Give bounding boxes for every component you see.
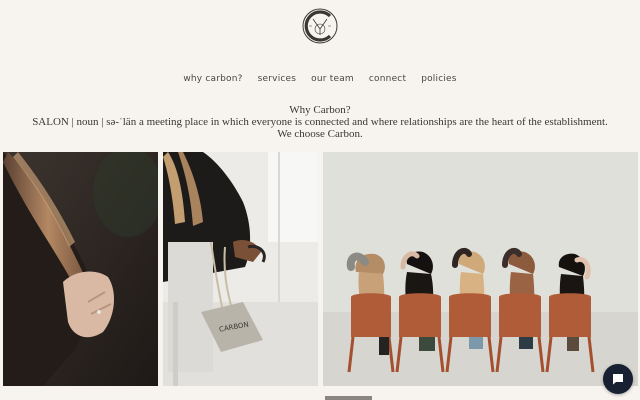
tote-bag-photo: CARBON: [163, 152, 318, 386]
intro-section: Why Carbon? SALON | noun | sə-ˈlän a mee…: [0, 104, 640, 140]
main-nav: why carbon? services our team connect po…: [0, 74, 640, 84]
intro-tagline: We choose Carbon.: [277, 128, 363, 140]
hair-closeup-photo: [3, 152, 158, 386]
nav-item-services[interactable]: services: [258, 74, 297, 84]
nav-item-why-carbon[interactable]: why carbon?: [183, 74, 242, 84]
nav-item-our-team[interactable]: our team: [311, 74, 354, 84]
chat-button[interactable]: [603, 364, 633, 394]
intro-heading: Why Carbon?: [289, 104, 351, 116]
intro-definition: SALON | noun | sə-ˈlän a meeting place i…: [32, 116, 608, 128]
women-seated-photo: [323, 152, 638, 386]
carbon-logo-icon[interactable]: [301, 7, 339, 45]
nav-item-policies[interactable]: policies: [421, 74, 457, 84]
next-section-peek: [325, 396, 372, 400]
nav-item-connect[interactable]: connect: [369, 74, 406, 84]
chat-icon: [613, 374, 623, 385]
